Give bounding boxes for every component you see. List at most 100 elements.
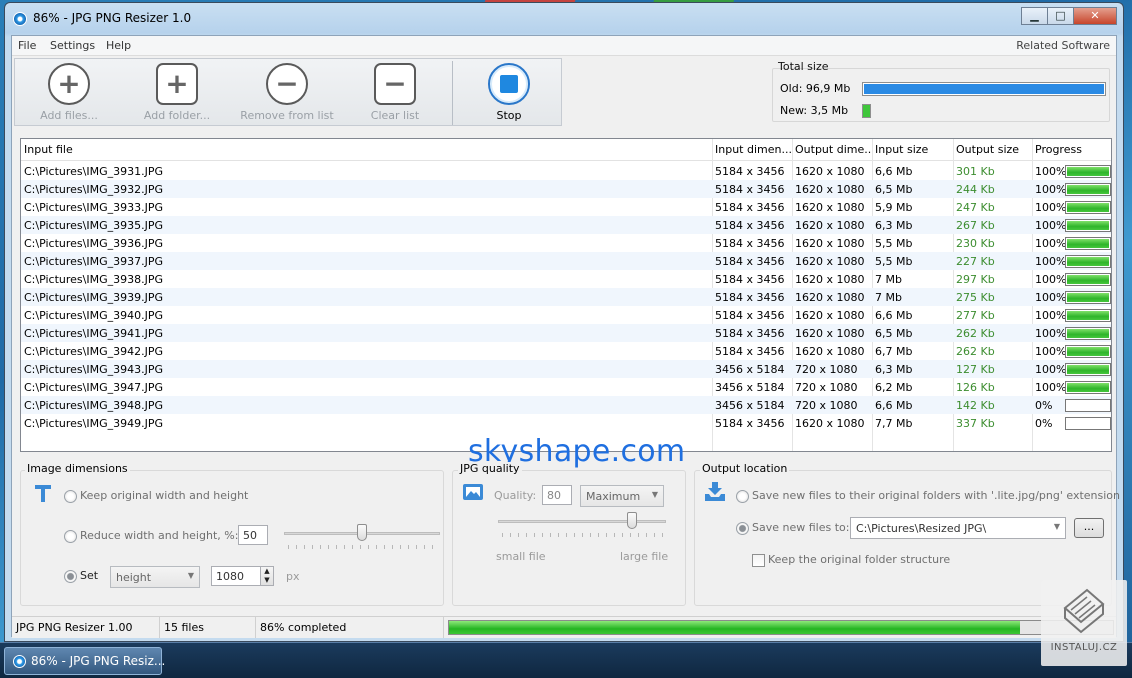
jpg-quality-label: JPG quality	[458, 462, 522, 475]
table-row[interactable]: C:\Pictures\IMG_3949.JPG 5184 x 3456 1620 …	[21, 414, 1111, 432]
cell-in-size: 6,6 Mb	[875, 399, 913, 412]
cell-out-dim: 1620 x 1080	[795, 309, 865, 322]
col-progress[interactable]: Progress	[1035, 143, 1082, 156]
taskbar-app-button[interactable]: 86% - JPG PNG Resiz...	[4, 647, 166, 675]
table-row[interactable]: C:\Pictures\IMG_3948.JPG 3456 x 5184 720 x…	[21, 396, 1111, 414]
cell-in-dim: 5184 x 3456	[715, 165, 785, 178]
minimize-button[interactable]: ▁	[1021, 7, 1047, 25]
set-dimension-select[interactable]: height ▼	[110, 566, 200, 588]
browse-button[interactable]: ...	[1074, 518, 1104, 538]
col-input-file[interactable]: Input file	[24, 143, 73, 156]
row-progress-bar	[1065, 237, 1111, 250]
add-folder-button[interactable]: + Add folder...	[127, 63, 227, 125]
cell-out-size: 277 Kb	[956, 309, 995, 322]
table-row[interactable]: C:\Pictures\IMG_3935.JPG 5184 x 3456 1620 …	[21, 216, 1111, 234]
quality-preset-select[interactable]: Maximum ▼	[580, 485, 664, 507]
menu-help[interactable]: Help	[106, 39, 131, 52]
cell-progress-text: 100%	[1035, 363, 1067, 376]
add-files-label: Add files...	[40, 109, 98, 122]
table-row[interactable]: C:\Pictures\IMG_3937.JPG 5184 x 3456 1620 …	[21, 252, 1111, 270]
keep-original-radio[interactable]	[64, 490, 77, 503]
col-input-size[interactable]: Input size	[875, 143, 928, 156]
original-folders-label: Save new files to their original folders…	[752, 489, 1121, 502]
table-row[interactable]: C:\Pictures\IMG_3943.JPG 3456 x 5184 720 x…	[21, 360, 1111, 378]
clear-list-button[interactable]: − Clear list	[345, 63, 445, 125]
set-value-input[interactable]: 1080	[211, 566, 261, 586]
reduce-label: Reduce width and height, %:	[80, 529, 239, 542]
table-row[interactable]: C:\Pictures\IMG_3933.JPG 5184 x 3456 1620 …	[21, 198, 1111, 216]
add-folder-label: Add folder...	[143, 109, 211, 122]
col-output-size[interactable]: Output size	[956, 143, 1019, 156]
stop-label: Stop	[496, 109, 522, 122]
cell-progress-text: 100%	[1035, 255, 1067, 268]
remove-from-list-button[interactable]: − Remove from list	[237, 63, 337, 125]
table-row[interactable]: C:\Pictures\IMG_3938.JPG 5184 x 3456 1620 …	[21, 270, 1111, 288]
table-row[interactable]: C:\Pictures\IMG_3939.JPG 5184 x 3456 1620 …	[21, 288, 1111, 306]
image-dimensions-label: Image dimensions	[25, 462, 130, 475]
cell-in-size: 6,6 Mb	[875, 165, 913, 178]
maximize-button[interactable]: □	[1047, 7, 1073, 25]
cell-in-dim: 5184 x 3456	[715, 417, 785, 430]
cell-out-size: 337 Kb	[956, 417, 995, 430]
save-to-radio[interactable]	[736, 522, 749, 535]
keep-structure-checkbox[interactable]	[752, 554, 765, 567]
cell-in-size: 6,6 Mb	[875, 309, 913, 322]
menu-file[interactable]: File	[18, 39, 36, 52]
output-path-combobox[interactable]: C:\Pictures\Resized JPG\ ▼	[850, 517, 1066, 539]
table-row[interactable]: C:\Pictures\IMG_3932.JPG 5184 x 3456 1620 …	[21, 180, 1111, 198]
taskbar: 86% - JPG PNG Resiz...	[0, 642, 1132, 678]
quality-input[interactable]: 80	[542, 485, 572, 505]
table-row[interactable]: C:\Pictures\IMG_3947.JPG 3456 x 5184 720 x…	[21, 378, 1111, 396]
stop-button[interactable]: Stop	[459, 63, 559, 125]
cell-out-dim: 1620 x 1080	[795, 183, 865, 196]
title-bar[interactable]: 86% - JPG PNG Resizer 1.0 ▁ □ ✕	[5, 3, 1123, 35]
set-radio[interactable]	[64, 570, 77, 583]
taskbar-app-label: 86% - JPG PNG Resiz...	[31, 654, 166, 668]
cell-in-dim: 5184 x 3456	[715, 219, 785, 232]
table-row[interactable]: C:\Pictures\IMG_3940.JPG 5184 x 3456 1620 …	[21, 306, 1111, 324]
quality-slider-thumb[interactable]	[627, 512, 638, 529]
quality-slider-track[interactable]	[498, 520, 666, 523]
menu-related-software[interactable]: Related Software	[1016, 39, 1110, 52]
large-file-label: large file	[620, 550, 669, 563]
cell-file: C:\Pictures\IMG_3949.JPG	[24, 417, 164, 430]
cell-out-size: 127 Kb	[956, 363, 995, 376]
set-dimension-value: height	[116, 571, 152, 584]
menu-settings[interactable]: Settings	[50, 39, 95, 52]
close-button[interactable]: ✕	[1073, 7, 1117, 25]
col-output-dimensions[interactable]: Output dime...	[795, 143, 871, 156]
cell-out-size: 244 Kb	[956, 183, 995, 196]
app-icon	[13, 655, 26, 668]
row-progress-bar	[1065, 363, 1111, 376]
table-row[interactable]: C:\Pictures\IMG_3936.JPG 5184 x 3456 1620 …	[21, 234, 1111, 252]
status-completed: 86% completed	[256, 617, 444, 638]
reduce-radio[interactable]	[64, 530, 77, 543]
file-list[interactable]: Input file Input dimen... Output dime...…	[20, 138, 1112, 452]
quality-preset-value: Maximum	[586, 490, 641, 503]
cell-progress-text: 0%	[1035, 417, 1053, 430]
cell-in-dim: 5184 x 3456	[715, 273, 785, 286]
cell-file: C:\Pictures\IMG_3937.JPG	[24, 255, 164, 268]
table-row[interactable]: C:\Pictures\IMG_3942.JPG 5184 x 3456 1620 …	[21, 342, 1111, 360]
add-files-button[interactable]: + Add files...	[19, 63, 119, 125]
cell-in-size: 7 Mb	[875, 291, 902, 304]
set-value-spinner[interactable]: ▲ ▼	[260, 566, 274, 586]
cell-progress-text: 100%	[1035, 309, 1067, 322]
cell-in-size: 5,9 Mb	[875, 201, 913, 214]
minus-icon: −	[266, 63, 308, 105]
reduce-percent-input[interactable]: 50	[238, 525, 268, 545]
cell-in-size: 5,5 Mb	[875, 255, 913, 268]
window-title: 86% - JPG PNG Resizer 1.0	[33, 11, 192, 25]
original-folders-radio[interactable]	[736, 490, 749, 503]
cell-progress-text: 100%	[1035, 201, 1067, 214]
cell-out-dim: 1620 x 1080	[795, 345, 865, 358]
table-row[interactable]: C:\Pictures\IMG_3941.JPG 5184 x 3456 1620 …	[21, 324, 1111, 342]
clear-label: Clear list	[370, 109, 420, 122]
cell-out-size: 142 Kb	[956, 399, 995, 412]
reduce-slider-thumb[interactable]	[357, 524, 367, 541]
row-progress-fill	[1066, 256, 1110, 267]
col-input-dimensions[interactable]: Input dimen...	[715, 143, 791, 156]
row-progress-fill	[1066, 328, 1110, 339]
status-bar: JPG PNG Resizer 1.00 15 files 86% comple…	[12, 616, 1116, 638]
table-row[interactable]: C:\Pictures\IMG_3931.JPG 5184 x 3456 1620 …	[21, 162, 1111, 180]
